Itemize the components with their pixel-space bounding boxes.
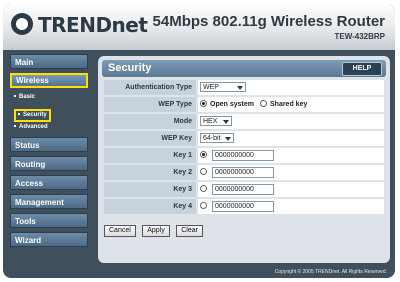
mode-select[interactable]: HEX bbox=[200, 116, 232, 126]
chevron-down-icon bbox=[223, 120, 229, 124]
copyright-text: Copyright © 2005 TRENDnet. All Rights Re… bbox=[274, 269, 387, 275]
wep-type-row: WEP Type Open system Shared key bbox=[104, 97, 384, 112]
key1-label: Key 1 bbox=[104, 148, 196, 163]
subnav-label-security: Security bbox=[23, 112, 47, 118]
sidebar-item-wizard[interactable]: Wizard bbox=[10, 232, 88, 247]
key2-input[interactable]: 0000000000 bbox=[212, 167, 274, 178]
sidebar-item-routing[interactable]: Routing bbox=[10, 156, 88, 171]
auth-type-cell: WEP bbox=[198, 80, 384, 95]
router-admin-window: TRENDnet 54Mbps 802.11g Wireless Router … bbox=[3, 4, 395, 278]
wep-type-label: WEP Type bbox=[104, 97, 196, 112]
sidebar-item-main[interactable]: Main bbox=[10, 54, 88, 69]
sidebar-item-access[interactable]: Access bbox=[10, 175, 88, 190]
form-buttons: Cancel Apply Clear bbox=[104, 219, 205, 237]
bullet-icon bbox=[14, 95, 16, 98]
help-button[interactable]: HELP bbox=[342, 62, 382, 76]
brand-logo-text: TRENDnet bbox=[38, 13, 148, 37]
sidebar-item-tools[interactable]: Tools bbox=[10, 213, 88, 228]
model-number: TEW-432BRP bbox=[334, 32, 385, 41]
sidebar-item-wireless[interactable]: Wireless bbox=[10, 73, 88, 88]
key3-input[interactable]: 0000000000 bbox=[212, 184, 274, 195]
key3-radio[interactable] bbox=[200, 185, 207, 192]
auth-type-label: Authentication Type bbox=[104, 80, 196, 95]
product-title: 54Mbps 802.11g Wireless Router bbox=[152, 13, 385, 30]
key4-input[interactable]: 0000000000 bbox=[212, 201, 274, 212]
auth-type-value: WEP bbox=[203, 84, 219, 91]
key2-row: Key 2 0000000000 bbox=[104, 165, 384, 180]
wireless-subnav: Basic Security Advanced bbox=[10, 92, 90, 137]
open-system-radio[interactable] bbox=[200, 100, 207, 107]
page-title: Security bbox=[108, 62, 152, 74]
auth-type-select[interactable]: WEP bbox=[200, 82, 246, 92]
bullet-icon bbox=[14, 125, 16, 128]
wep-key-label: WEP Key bbox=[104, 131, 196, 146]
key3-row: Key 3 0000000000 bbox=[104, 182, 384, 197]
key1-cell: 0000000000 bbox=[198, 148, 384, 163]
key4-label: Key 4 bbox=[104, 199, 196, 214]
shared-key-label: Shared key bbox=[270, 101, 308, 108]
key1-row: Key 1 0000000000 bbox=[104, 148, 384, 163]
subnav-item-basic[interactable]: Basic bbox=[14, 92, 90, 103]
wep-key-select[interactable]: 64-bit bbox=[200, 133, 234, 143]
cancel-button[interactable]: Cancel bbox=[104, 225, 136, 237]
sidebar-nav: Main Wireless Basic Security Advanced St… bbox=[10, 54, 90, 251]
subnav-label-basic: Basic bbox=[19, 94, 36, 100]
trendnet-logo-icon bbox=[11, 13, 33, 35]
chevron-down-icon bbox=[237, 86, 243, 90]
wep-key-cell: 64-bit bbox=[198, 131, 384, 146]
key1-radio[interactable] bbox=[200, 151, 207, 158]
open-system-label: Open system bbox=[210, 101, 254, 108]
wep-key-row: WEP Key 64-bit bbox=[104, 131, 384, 146]
auth-type-row: Authentication Type WEP bbox=[104, 80, 384, 95]
key2-radio[interactable] bbox=[200, 168, 207, 175]
subnav-label-advanced: Advanced bbox=[19, 124, 48, 130]
wep-key-value: 64-bit bbox=[203, 135, 221, 142]
key2-label: Key 2 bbox=[104, 165, 196, 180]
wep-type-cell: Open system Shared key bbox=[198, 97, 384, 112]
sidebar-item-status[interactable]: Status bbox=[10, 137, 88, 152]
key4-radio[interactable] bbox=[200, 202, 207, 209]
key4-cell: 0000000000 bbox=[198, 199, 384, 214]
mode-value: HEX bbox=[203, 118, 218, 125]
security-form: Authentication Type WEP WEP Type Open sy… bbox=[104, 80, 384, 216]
security-panel: Security HELP Authentication Type WEP WE… bbox=[98, 56, 390, 263]
subnav-item-security[interactable]: Security bbox=[14, 109, 51, 122]
key3-cell: 0000000000 bbox=[198, 182, 384, 197]
key3-label: Key 3 bbox=[104, 182, 196, 197]
mode-label: Mode bbox=[104, 114, 196, 129]
apply-button[interactable]: Apply bbox=[142, 225, 170, 237]
header: TRENDnet 54Mbps 802.11g Wireless Router … bbox=[3, 4, 395, 50]
mode-cell: HEX bbox=[198, 114, 384, 129]
shared-key-radio[interactable] bbox=[260, 100, 267, 107]
bullet-icon bbox=[18, 113, 20, 116]
key2-cell: 0000000000 bbox=[198, 165, 384, 180]
key1-input[interactable]: 0000000000 bbox=[212, 150, 274, 161]
section-title-bar: Security HELP bbox=[102, 60, 386, 77]
subnav-item-advanced[interactable]: Advanced bbox=[14, 122, 90, 133]
clear-button[interactable]: Clear bbox=[176, 225, 203, 237]
sidebar-item-management[interactable]: Management bbox=[10, 194, 88, 209]
mode-row: Mode HEX bbox=[104, 114, 384, 129]
chevron-down-icon bbox=[225, 137, 231, 141]
key4-row: Key 4 0000000000 bbox=[104, 199, 384, 214]
